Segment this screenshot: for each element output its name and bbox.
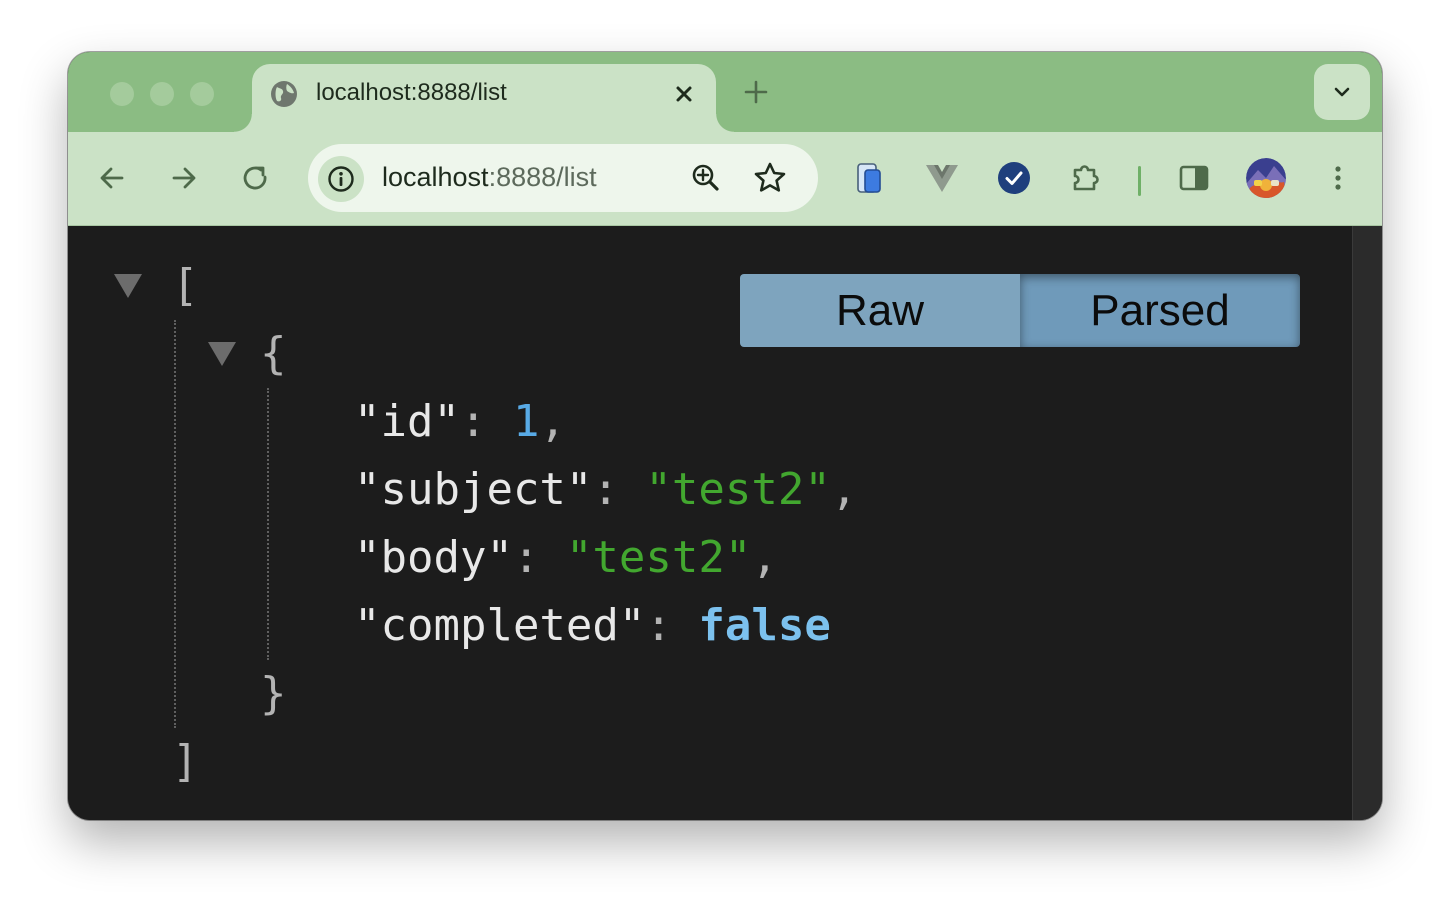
tab-search-button[interactable] <box>1314 64 1370 120</box>
vue-devtools-button[interactable] <box>922 158 962 198</box>
object-indent-guide <box>267 388 269 660</box>
colon: : <box>459 396 513 447</box>
colon: : <box>645 600 699 651</box>
star-icon <box>754 162 786 192</box>
toolbar: localhost:8888/list <box>68 132 1382 226</box>
url-host: localhost <box>382 162 489 192</box>
field-value-string: "test2" <box>565 532 752 583</box>
page-content: [ { "id": 1, "subject": "test2", "body":… <box>68 226 1382 820</box>
address-bar[interactable]: localhost:8888/list <box>308 144 818 212</box>
bookmark-button[interactable] <box>750 158 790 198</box>
raw-view-button[interactable]: Raw <box>740 274 1020 347</box>
object-close-brace: } <box>260 668 287 719</box>
device-mockup-icon <box>857 163 881 193</box>
field-key: "body" <box>354 532 513 583</box>
forward-button[interactable] <box>164 158 204 198</box>
back-arrow-icon <box>100 167 124 189</box>
zoom-button[interactable] <box>686 158 726 198</box>
info-icon <box>328 166 354 192</box>
parsed-view-button[interactable]: Parsed <box>1020 274 1300 347</box>
array-open-bracket: [ <box>172 260 199 311</box>
comma: , <box>751 532 778 583</box>
forward-arrow-icon <box>172 167 196 189</box>
collapse-object-caret-icon[interactable] <box>208 342 236 366</box>
minimize-window-button[interactable] <box>150 82 174 106</box>
comma: , <box>830 464 858 515</box>
json-field-completed: "completed": false <box>354 601 831 651</box>
extensions-button[interactable] <box>1066 158 1106 198</box>
vertical-dots-icon <box>1335 166 1341 190</box>
zoom-in-icon <box>692 164 719 191</box>
field-value-boolean: false <box>698 600 831 651</box>
field-key: "subject" <box>354 464 593 515</box>
reload-button[interactable] <box>236 158 276 198</box>
browser-window: localhost:8888/list localhost:8888/list <box>68 52 1382 820</box>
json-field-body: "body": "test2", <box>354 533 778 583</box>
field-value-number: 1 <box>512 396 540 447</box>
field-key: "id" <box>354 396 460 447</box>
colon: : <box>592 464 646 515</box>
back-button[interactable] <box>92 158 132 198</box>
close-icon[interactable] <box>668 78 700 110</box>
zoom-window-button[interactable] <box>190 82 214 106</box>
scrollbar[interactable] <box>1352 226 1382 820</box>
object-open-brace: { <box>260 328 287 379</box>
profile-avatar[interactable] <box>1246 158 1286 198</box>
url-text[interactable]: localhost:8888/list <box>382 162 597 193</box>
json-field-id: "id": 1, <box>354 397 566 447</box>
reload-icon <box>243 166 267 190</box>
json-field-subject: "subject": "test2", <box>354 465 857 515</box>
field-value-string: "test2" <box>645 464 831 515</box>
collapse-array-caret-icon[interactable] <box>114 274 142 298</box>
profile-picture-icon <box>1246 158 1286 198</box>
globe-icon <box>270 80 298 108</box>
colon: : <box>512 532 566 583</box>
chevron-down-icon <box>1334 87 1350 97</box>
vue-logo-icon <box>926 165 958 192</box>
array-indent-guide <box>174 320 176 728</box>
site-info-button[interactable] <box>318 156 364 202</box>
puzzle-piece-icon <box>1073 165 1099 191</box>
tab-title: localhost:8888/list <box>316 79 507 106</box>
toolbar-separator <box>1138 166 1141 196</box>
field-key: "completed" <box>354 600 646 651</box>
comma: , <box>539 396 566 447</box>
tab-active[interactable]: localhost:8888/list <box>234 64 734 132</box>
new-tab-button[interactable] <box>740 76 772 108</box>
side-panel-button[interactable] <box>1174 158 1214 198</box>
more-menu-button[interactable] <box>1318 158 1358 198</box>
url-path: :8888/list <box>488 162 597 192</box>
view-mode-toggle: Raw Parsed <box>740 274 1300 347</box>
extension-check-button[interactable] <box>994 158 1034 198</box>
close-window-button[interactable] <box>110 82 134 106</box>
extension-device-button[interactable] <box>850 158 890 198</box>
array-close-bracket: ] <box>172 736 199 787</box>
check-circle-icon <box>998 162 1030 194</box>
tab-strip: localhost:8888/list <box>68 52 1382 132</box>
side-panel-icon <box>1179 165 1209 191</box>
